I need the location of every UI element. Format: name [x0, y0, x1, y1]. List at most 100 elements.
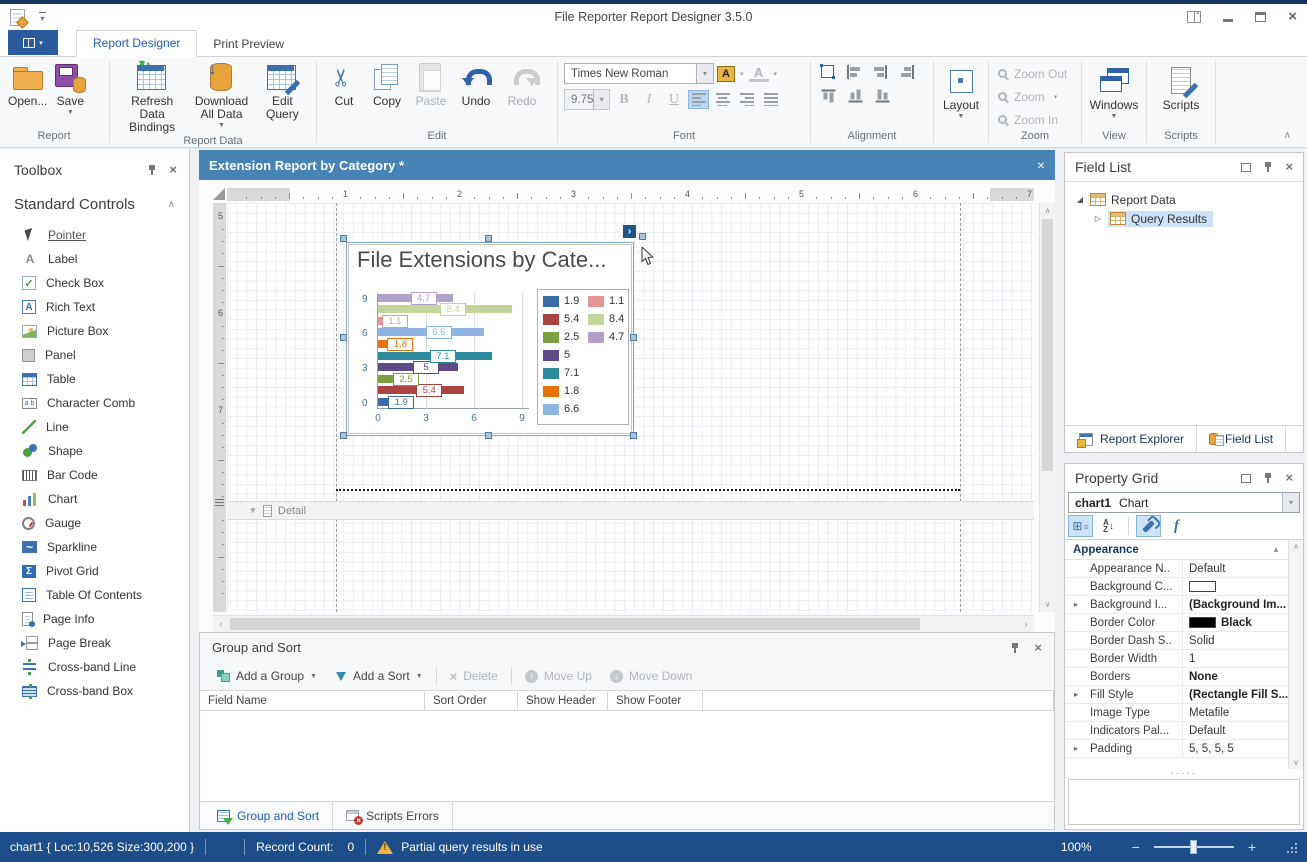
- close-icon[interactable]: ×: [169, 164, 177, 176]
- alphabetical-sort-button[interactable]: AZ↓: [1096, 515, 1121, 537]
- property-value[interactable]: Default: [1183, 722, 1288, 739]
- categorized-view-button[interactable]: ⊞: [1068, 515, 1093, 537]
- restore-icon[interactable]: [1241, 474, 1251, 483]
- property-value[interactable]: None: [1183, 668, 1288, 685]
- toolbox-item-chart[interactable]: Chart: [0, 487, 189, 511]
- selection-handle[interactable]: [340, 432, 347, 439]
- scroll-down-icon[interactable]: ∨: [1289, 758, 1303, 767]
- add-a-group-button[interactable]: Add a Group ▼: [208, 664, 326, 688]
- property-row[interactable]: Border ColorBlack: [1065, 614, 1288, 632]
- close-icon[interactable]: ×: [1037, 157, 1045, 173]
- open-button[interactable]: Open...: [5, 60, 50, 109]
- toolbox-item-table[interactable]: Table: [0, 367, 189, 391]
- events-view-button[interactable]: f: [1164, 515, 1189, 537]
- application-menu-button[interactable]: ▾: [8, 30, 58, 55]
- align-centers-icon[interactable]: [873, 65, 888, 79]
- zoom-minus-button[interactable]: −: [1132, 839, 1140, 855]
- pin-icon[interactable]: [1263, 472, 1273, 484]
- move-up-button[interactable]: ↑ Move Up: [516, 664, 601, 688]
- column-header-sort-order[interactable]: Sort Order: [425, 691, 518, 710]
- detail-band-header[interactable]: ▼ Detail: [227, 501, 1034, 520]
- property-value[interactable]: Black: [1183, 614, 1288, 631]
- download-all-data-button[interactable]: Download All Data ▼: [188, 60, 255, 130]
- scrollbar-thumb[interactable]: [230, 618, 920, 630]
- toolbox-item-pointer[interactable]: Pointer: [0, 223, 189, 247]
- save-button[interactable]: Save ▼: [50, 60, 90, 117]
- toolbox-item-gauge[interactable]: Gauge: [0, 511, 189, 535]
- object-selector-combo[interactable]: chart1 Chart ▾: [1068, 492, 1300, 513]
- selection-handle[interactable]: [639, 233, 646, 240]
- font-color-button[interactable]: A: [749, 66, 769, 82]
- property-grid-scrollbar[interactable]: ∧ ∨: [1288, 540, 1303, 769]
- maximize-button[interactable]: [1255, 12, 1266, 22]
- tab-report-designer[interactable]: Report Designer: [76, 30, 197, 57]
- minimize-button[interactable]: [1223, 19, 1233, 22]
- zoom-menu-button[interactable]: Zoom ▾: [998, 87, 1059, 106]
- expander-collapsed-icon[interactable]: ▸: [1074, 600, 1078, 609]
- property-value[interactable]: 5, 5, 5, 5: [1183, 740, 1288, 757]
- toolbox-item-label[interactable]: Label: [0, 247, 189, 271]
- property-row[interactable]: Border Width1: [1065, 650, 1288, 668]
- highlight-color-button[interactable]: A: [717, 66, 735, 82]
- align-left-button[interactable]: [688, 90, 709, 109]
- zoom-slider[interactable]: [1154, 846, 1234, 848]
- property-row[interactable]: ▸Fill Style(Rectangle Fill S...: [1065, 686, 1288, 704]
- selection-handle[interactable]: [340, 235, 347, 242]
- vertical-scrollbar[interactable]: ∧ ∨: [1039, 203, 1055, 612]
- tab-print-preview[interactable]: Print Preview: [197, 32, 300, 57]
- toolbox-item-cross-band-line[interactable]: Cross-band Line: [0, 655, 189, 679]
- align-center-button[interactable]: [712, 90, 733, 109]
- selection-handle[interactable]: [630, 432, 637, 439]
- selection-handle[interactable]: [630, 334, 637, 341]
- add-a-sort-button[interactable]: Add a Sort ▼: [326, 664, 432, 688]
- scrollbar-thumb[interactable]: [1042, 219, 1053, 471]
- close-icon[interactable]: ×: [1285, 472, 1293, 484]
- category-appearance[interactable]: Appearance ▲: [1065, 540, 1288, 560]
- tab-group-and-sort[interactable]: Group and Sort: [204, 802, 333, 829]
- property-row[interactable]: Image TypeMetafile: [1065, 704, 1288, 722]
- close-icon[interactable]: ×: [1285, 161, 1293, 173]
- restore-icon[interactable]: [1241, 163, 1251, 172]
- scripts-button[interactable]: Scripts: [1160, 64, 1203, 113]
- close-button[interactable]: ×: [1288, 10, 1297, 24]
- property-row[interactable]: BordersNone: [1065, 668, 1288, 686]
- toolbox-item-character-comb[interactable]: Character Comb: [0, 391, 189, 415]
- property-value[interactable]: (Background Im...: [1183, 596, 1288, 613]
- snap-to-grid-icon[interactable]: [821, 65, 834, 78]
- property-value[interactable]: Default: [1183, 560, 1288, 577]
- scroll-down-icon[interactable]: ∨: [1040, 600, 1055, 609]
- align-rights-icon[interactable]: [900, 65, 915, 79]
- panel-splitter[interactable]: ·····: [1065, 769, 1303, 779]
- pin-icon[interactable]: [147, 164, 157, 176]
- zoom-in-button[interactable]: Zoom In: [998, 110, 1058, 129]
- expander-expanded-icon[interactable]: ◢: [1075, 195, 1085, 204]
- scroll-left-icon[interactable]: ‹: [213, 616, 229, 632]
- align-bottoms-icon[interactable]: [876, 89, 890, 104]
- zoom-plus-button[interactable]: +: [1248, 839, 1256, 855]
- delete-button[interactable]: × Delete: [441, 664, 507, 688]
- align-lefts-icon[interactable]: [846, 65, 861, 79]
- expander-collapsed-icon[interactable]: ▸: [1074, 744, 1078, 753]
- tree-node-query-results[interactable]: ▷ Query Results: [1065, 209, 1303, 228]
- smart-tag-button[interactable]: ›: [623, 225, 636, 238]
- windows-button[interactable]: Windows ▼: [1087, 64, 1142, 121]
- property-row[interactable]: Border Dash S..Solid: [1065, 632, 1288, 650]
- property-value[interactable]: Solid: [1183, 632, 1288, 649]
- chart-element[interactable]: File Extensions by Cate... 036903691.95.…: [346, 242, 634, 436]
- horizontal-scrollbar[interactable]: ‹ ›: [213, 615, 1034, 632]
- column-header-show-footer[interactable]: Show Footer: [608, 691, 703, 710]
- edit-query-button[interactable]: Edit Query: [255, 60, 310, 122]
- right-margin-line[interactable]: [960, 203, 961, 612]
- toolbox-item-cross-band-box[interactable]: Cross-band Box: [0, 679, 189, 703]
- band-grip-icon[interactable]: [215, 498, 224, 506]
- property-value[interactable]: Metafile: [1183, 704, 1288, 721]
- undo-button[interactable]: Undo: [453, 60, 499, 109]
- font-size-combo[interactable]: 9.75 ▾: [564, 89, 610, 110]
- property-row[interactable]: ▸Padding5, 5, 5, 5: [1065, 740, 1288, 758]
- toolbox-item-check-box[interactable]: Check Box: [0, 271, 189, 295]
- justify-button[interactable]: [760, 90, 781, 109]
- font-name-combo[interactable]: Times New Roman ▾: [564, 63, 714, 84]
- bold-button[interactable]: B: [613, 90, 635, 110]
- property-row[interactable]: Background C...: [1065, 578, 1288, 596]
- selection-handle[interactable]: [485, 432, 492, 439]
